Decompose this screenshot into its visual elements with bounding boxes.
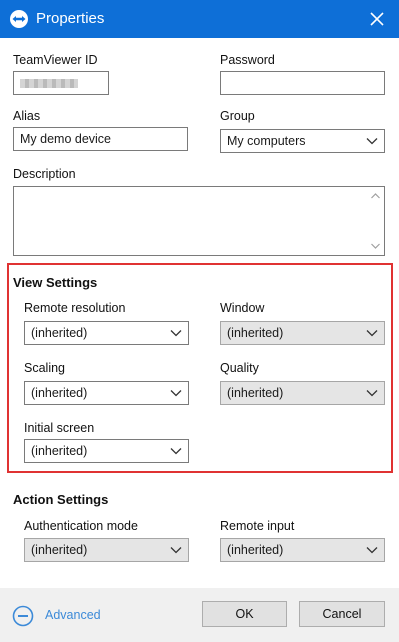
remote-input-select[interactable]: (inherited)	[220, 538, 385, 562]
remote-resolution-select[interactable]: (inherited)	[24, 321, 189, 345]
chevron-down-icon	[170, 330, 182, 337]
teamviewer-logo-icon	[10, 10, 28, 28]
initial-screen-select[interactable]: (inherited)	[24, 439, 189, 463]
chevron-down-icon	[366, 330, 378, 337]
scroll-down-icon[interactable]	[371, 243, 380, 249]
quality-label: Quality	[220, 361, 259, 375]
cancel-button[interactable]: Cancel	[299, 601, 385, 627]
initial-screen-label: Initial screen	[24, 421, 95, 435]
remote-input-value: (inherited)	[227, 543, 284, 557]
advanced-link[interactable]: Advanced	[45, 608, 101, 622]
dialog-footer: Advanced OK Cancel	[0, 588, 399, 642]
action-settings-title: Action Settings	[13, 492, 109, 507]
teamviewer-id-field[interactable]	[13, 71, 109, 95]
alias-field[interactable]: My demo device	[13, 127, 188, 151]
group-select[interactable]: My computers	[220, 129, 385, 153]
chevron-down-icon	[366, 138, 378, 145]
initial-screen-value: (inherited)	[31, 444, 88, 458]
remote-resolution-label: Remote resolution	[24, 301, 126, 315]
quality-value: (inherited)	[227, 386, 284, 400]
ok-button[interactable]: OK	[202, 601, 287, 627]
chevron-down-icon	[366, 547, 378, 554]
description-textarea[interactable]	[13, 186, 385, 256]
password-label: Password	[220, 53, 275, 67]
teamviewer-id-label: TeamViewer ID	[13, 53, 98, 67]
window-title: Properties	[36, 10, 105, 27]
authentication-mode-label: Authentication mode	[24, 519, 138, 533]
authentication-mode-select[interactable]: (inherited)	[24, 538, 189, 562]
remote-input-label: Remote input	[220, 519, 295, 533]
scaling-select[interactable]: (inherited)	[24, 381, 189, 405]
chevron-down-icon	[170, 390, 182, 397]
quality-select[interactable]: (inherited)	[220, 381, 385, 405]
remote-resolution-value: (inherited)	[31, 326, 88, 340]
view-settings-title: View Settings	[13, 275, 98, 290]
window-value: (inherited)	[227, 326, 284, 340]
group-label: Group	[220, 109, 255, 123]
description-scrollbar[interactable]	[367, 187, 384, 255]
alias-label: Alias	[13, 109, 41, 123]
chevron-down-icon	[170, 448, 182, 455]
collapse-circle-icon[interactable]	[12, 605, 34, 627]
title-bar: Properties	[0, 0, 399, 38]
authentication-mode-value: (inherited)	[31, 543, 88, 557]
group-select-value: My computers	[227, 134, 306, 148]
chevron-down-icon	[366, 390, 378, 397]
description-label: Description	[13, 167, 76, 181]
window-select[interactable]: (inherited)	[220, 321, 385, 345]
chevron-down-icon	[170, 547, 182, 554]
scaling-value: (inherited)	[31, 386, 88, 400]
masked-id-value	[20, 79, 78, 88]
scaling-label: Scaling	[24, 361, 65, 375]
window-label: Window	[220, 301, 265, 315]
close-icon[interactable]	[367, 9, 387, 29]
password-field[interactable]	[220, 71, 385, 95]
scroll-up-icon[interactable]	[371, 193, 380, 199]
